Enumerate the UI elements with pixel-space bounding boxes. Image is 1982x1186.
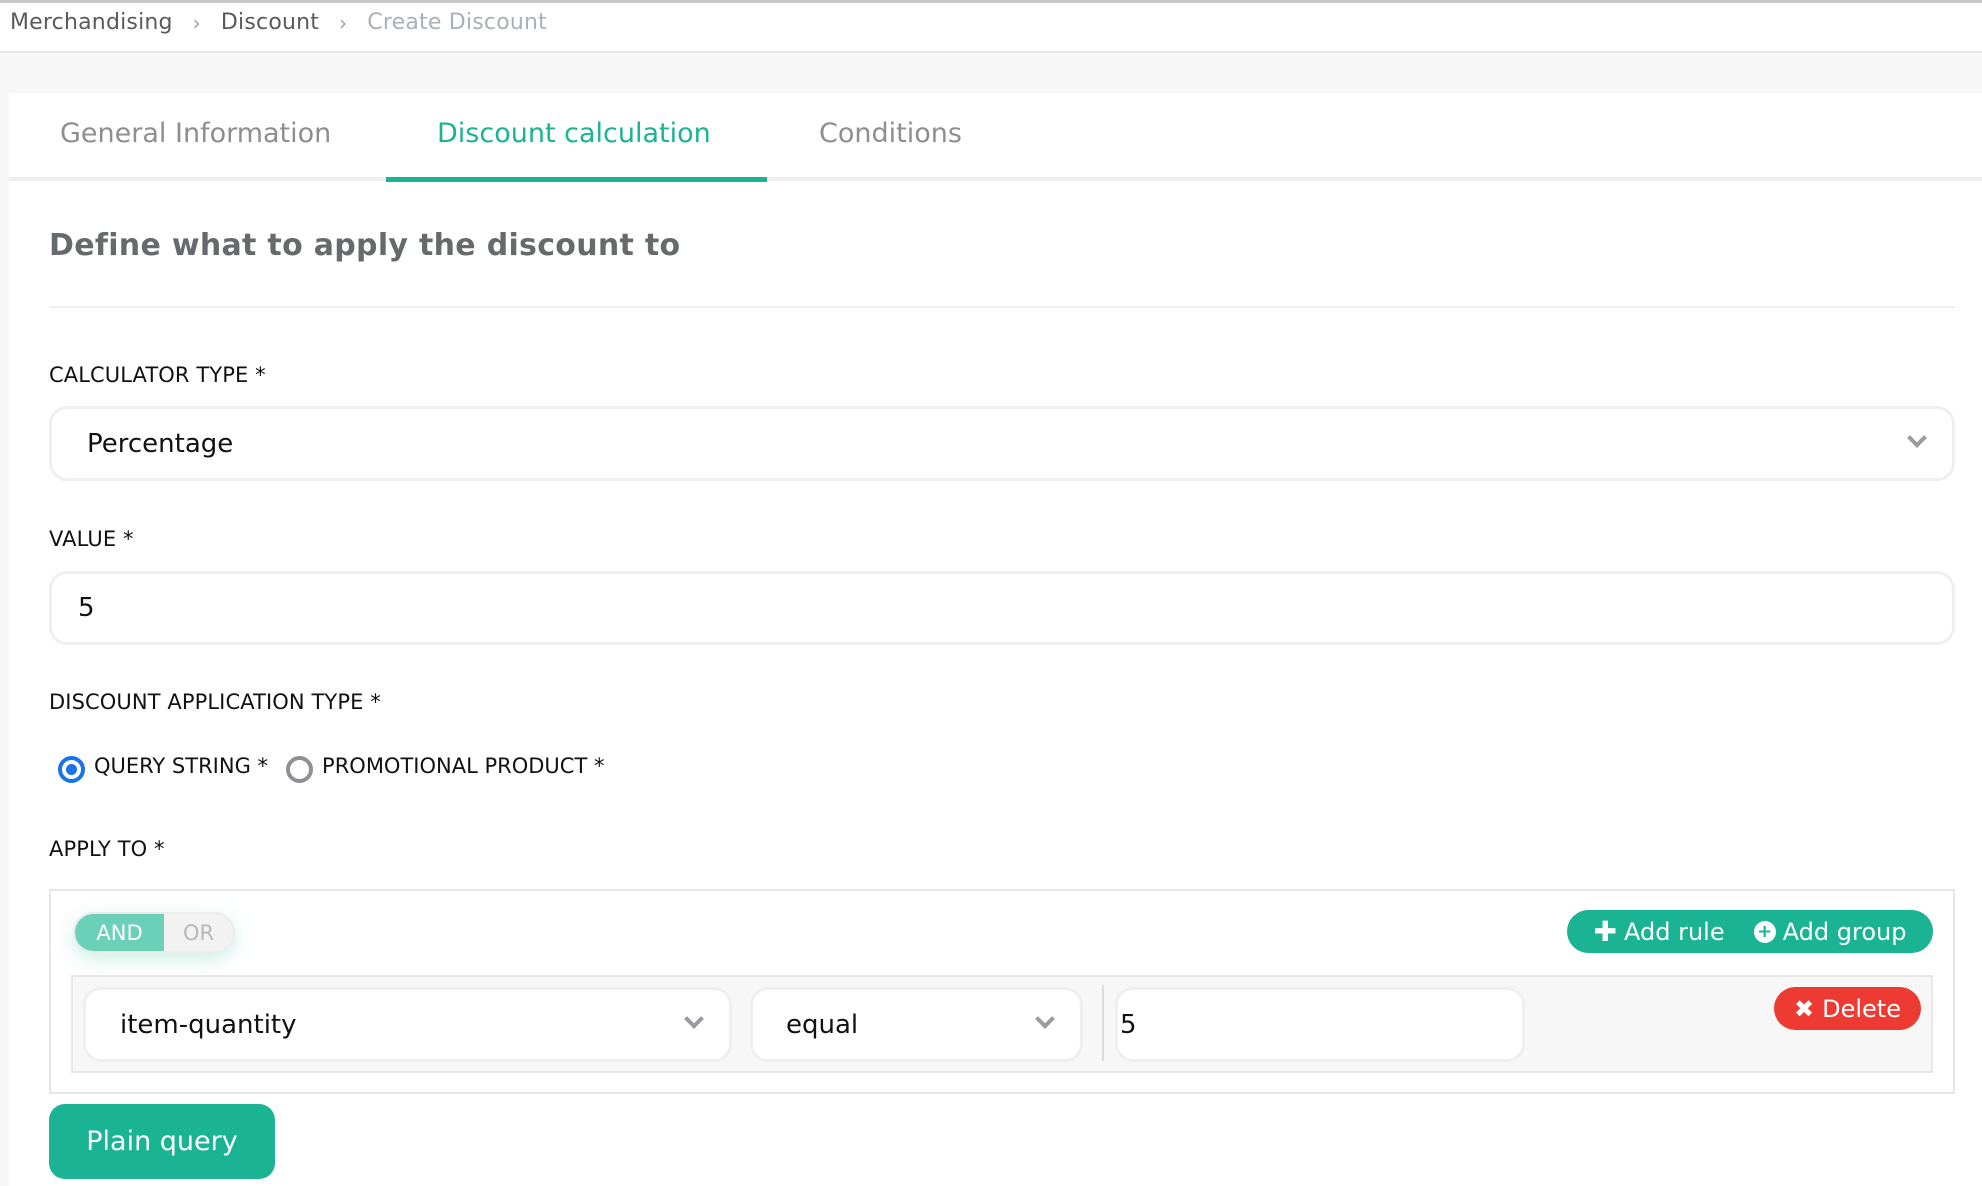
rule-field-value: item-quantity xyxy=(120,1009,297,1040)
apply-to-label: APPLY TO * xyxy=(49,837,165,861)
rule-field-select[interactable]: item-quantity xyxy=(83,987,732,1062)
plus-circle-icon: + xyxy=(1753,920,1776,943)
rule-value-input[interactable]: 5 xyxy=(1115,987,1525,1062)
add-group-button[interactable]: + Add group xyxy=(1753,917,1907,946)
chevron-down-icon xyxy=(1035,1009,1055,1029)
tab-general-information[interactable]: General Information xyxy=(60,118,331,149)
active-tab-indicator xyxy=(386,177,767,182)
delete-rule-label: Delete xyxy=(1822,994,1901,1023)
chevron-down-icon xyxy=(684,1009,704,1029)
calculator-type-value: Percentage xyxy=(87,428,234,459)
promotional-product-radio[interactable] xyxy=(286,756,314,783)
value-input-text: 5 xyxy=(78,593,95,623)
query-string-radio-label[interactable]: QUERY STRING * xyxy=(94,754,268,778)
combinator-and[interactable]: AND xyxy=(75,914,164,951)
combinator-or[interactable]: OR xyxy=(164,914,233,951)
rule-operator-value: equal xyxy=(786,1009,859,1040)
rule-value-text: 5 xyxy=(1120,1009,1137,1040)
breadcrumb-discount[interactable]: Discount xyxy=(221,10,319,35)
section-divider xyxy=(49,306,1955,308)
x-icon: ✖ xyxy=(1794,994,1815,1023)
query-string-radio[interactable] xyxy=(58,756,85,783)
delete-rule-button[interactable]: ✖ Delete xyxy=(1774,987,1921,1030)
combinator-toggle: AND OR xyxy=(73,912,235,953)
breadcrumb-bar: Merchandising › Discount › Create Discou… xyxy=(0,3,1982,53)
application-type-radio-group: QUERY STRING * PROMOTIONAL PRODUCT * xyxy=(58,748,622,783)
calculator-type-label: CALCULATOR TYPE * xyxy=(49,363,266,387)
page-background xyxy=(0,53,1982,93)
section-title: Define what to apply the discount to xyxy=(49,228,681,263)
value-label: VALUE * xyxy=(49,527,134,551)
plus-icon: ✚ xyxy=(1593,914,1617,948)
value-input[interactable]: 5 xyxy=(49,571,1955,645)
add-group-label: Add group xyxy=(1782,917,1907,946)
breadcrumb-current: Create Discount xyxy=(367,10,547,35)
chevron-right-icon: › xyxy=(192,10,201,35)
add-rule-button[interactable]: ✚ Add rule xyxy=(1593,914,1725,948)
plain-query-button[interactable]: Plain query xyxy=(49,1104,275,1179)
tab-discount-calculation[interactable]: Discount calculation xyxy=(437,118,711,149)
chevron-right-icon: › xyxy=(339,10,348,35)
breadcrumb-merchandising[interactable]: Merchandising xyxy=(10,10,173,35)
breadcrumb: Merchandising › Discount › Create Discou… xyxy=(10,10,547,35)
add-rule-label: Add rule xyxy=(1624,917,1725,946)
radio-dot xyxy=(66,764,77,775)
chevron-down-icon xyxy=(1907,428,1927,448)
query-builder-actions: ✚ Add rule + Add group xyxy=(1567,910,1933,953)
page-gutter xyxy=(0,53,9,1186)
rule-operator-select[interactable]: equal xyxy=(750,987,1083,1062)
calculator-type-select[interactable]: Percentage xyxy=(49,406,1955,481)
promotional-product-radio-label[interactable]: PROMOTIONAL PRODUCT * xyxy=(322,754,604,778)
discount-application-type-label: DISCOUNT APPLICATION TYPE * xyxy=(49,690,381,714)
rule-value-separator xyxy=(1102,985,1104,1061)
tabs-bar xyxy=(9,177,1982,181)
tab-conditions[interactable]: Conditions xyxy=(819,118,962,149)
